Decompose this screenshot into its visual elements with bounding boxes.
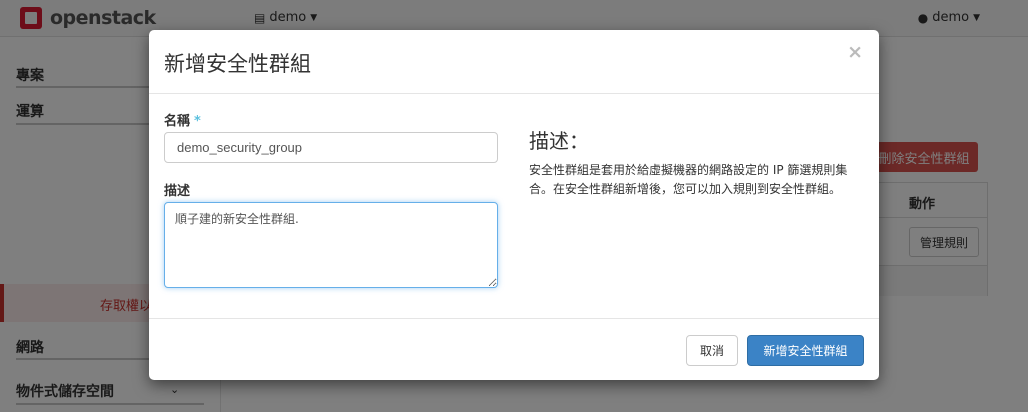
help-title: 描述： xyxy=(529,129,589,153)
name-label: 名稱 * xyxy=(164,110,201,129)
modal-header: 新增安全性群組 × xyxy=(149,30,879,94)
modal-footer: 取消 新增安全性群組 xyxy=(149,318,879,381)
description-field[interactable]: 順子建的新安全性群組. xyxy=(164,202,498,288)
modal-title: 新增安全性群組 xyxy=(164,52,311,76)
close-icon[interactable]: × xyxy=(847,42,863,62)
name-label-text: 名稱 xyxy=(164,114,191,129)
create-security-group-dialog: 新增安全性群組 × 名稱* 描述 順子建的新安全性群組. 描述： 安全性群組是套… xyxy=(149,30,879,380)
help-text: 安全性群組是套用於給虛擬機器的網路設定的 IP 篩選規則集合。在安全性群組新增後… xyxy=(529,163,848,196)
create-security-group-button[interactable]: 新增安全性群組 xyxy=(747,335,864,366)
required-marker: * xyxy=(194,114,201,129)
description-label: 描述 xyxy=(164,184,191,199)
cancel-button[interactable]: 取消 xyxy=(686,335,738,366)
name-field[interactable] xyxy=(164,132,498,163)
